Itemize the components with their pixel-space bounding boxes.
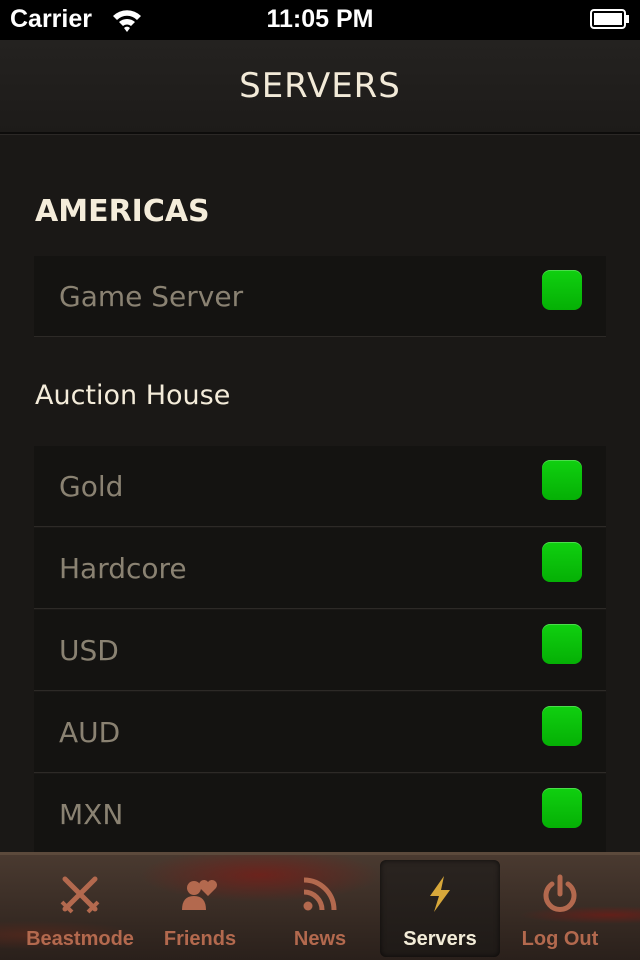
tab-friends[interactable]: Friends — [140, 860, 260, 957]
page-title: SERVERS — [239, 66, 401, 106]
tab-label: Log Out — [521, 928, 599, 950]
server-row-gold[interactable]: Gold — [34, 446, 606, 527]
status-online-indicator — [542, 706, 582, 746]
servers-list[interactable]: AMERICAS Game Server Auction House Gold … — [0, 134, 640, 852]
server-name: USD — [59, 634, 119, 667]
power-icon — [543, 874, 577, 912]
status-online-indicator — [542, 270, 582, 310]
server-name: Hardcore — [59, 552, 187, 585]
tab-bar: Beastmode Friends News Servers Log Out — [0, 852, 640, 960]
tab-label: Servers — [403, 928, 477, 950]
auction-house-title: Auction House — [35, 380, 231, 411]
tab-label: Beastmode — [26, 928, 134, 950]
status-online-indicator — [542, 460, 582, 500]
status-online-indicator — [542, 788, 582, 828]
server-name: Game Server — [59, 280, 244, 313]
tab-servers[interactable]: Servers — [380, 860, 500, 957]
region-title: AMERICAS — [35, 194, 210, 229]
navigation-bar: SERVERS — [0, 40, 640, 134]
server-row-mxn[interactable]: MXN — [34, 774, 606, 852]
friends-heart-icon — [182, 880, 217, 910]
clock: 11:05 PM — [266, 5, 374, 33]
tab-label: News — [293, 928, 347, 950]
status-online-indicator — [542, 624, 582, 664]
server-row-aud[interactable]: AUD — [34, 692, 606, 773]
server-name: Gold — [59, 470, 124, 503]
server-name: AUD — [59, 716, 121, 749]
tab-news[interactable]: News — [260, 860, 380, 957]
battery-full-icon — [590, 9, 629, 29]
server-row-game-server[interactable]: Game Server — [34, 256, 606, 337]
rss-feed-icon — [303, 877, 337, 911]
status-bar: Carrier 11:05 PM — [0, 0, 640, 40]
lightning-bolt-icon — [430, 876, 450, 912]
server-row-usd[interactable]: USD — [34, 610, 606, 691]
server-row-hardcore[interactable]: Hardcore — [34, 528, 606, 609]
tab-log-out[interactable]: Log Out — [500, 860, 620, 957]
crossed-swords-icon — [60, 876, 100, 914]
server-name: MXN — [59, 798, 124, 831]
tab-beastmode[interactable]: Beastmode — [20, 860, 140, 957]
tab-label: Friends — [163, 928, 237, 950]
status-online-indicator — [542, 542, 582, 582]
